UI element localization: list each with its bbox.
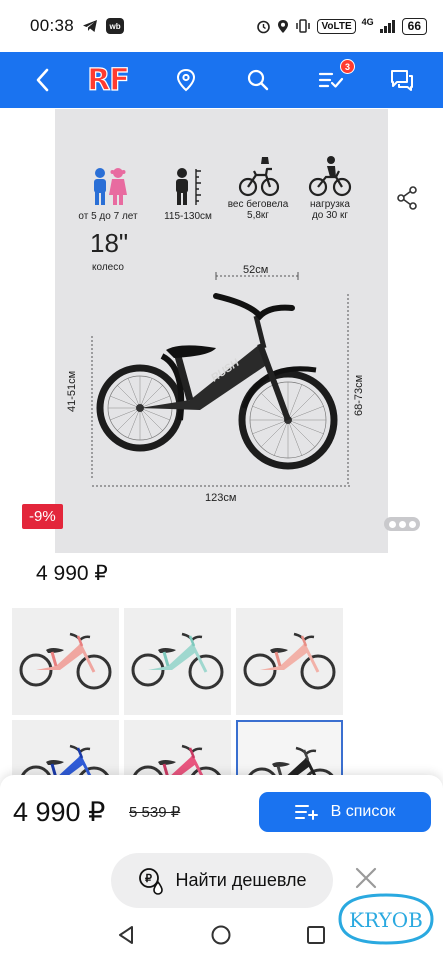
spec-height: 115-130см: [160, 167, 216, 222]
discount-badge: -9%: [22, 504, 63, 529]
spec-weight-label: вес беговела 5,8кг: [228, 199, 289, 221]
spec-weight-line2: 5,8кг: [247, 210, 269, 221]
alarm-icon: [257, 20, 271, 33]
spec-age-label: от 5 до 7 лет: [78, 211, 138, 222]
shopping-list-button[interactable]: 3: [311, 52, 355, 108]
spec-load-line2: до 30 кг: [311, 210, 349, 221]
weight-icon: [238, 157, 280, 197]
location-icon: [176, 68, 196, 92]
product-price: 4 990 ₽: [36, 562, 108, 585]
vibrate-icon: [296, 19, 311, 33]
old-price: 5 539 ₽: [129, 804, 181, 821]
status-time: 00:38: [30, 16, 75, 35]
variant-thumbnail[interactable]: [236, 608, 343, 715]
spec-height-label: 115-130см: [164, 211, 212, 222]
watermark-logo: KRYOB: [338, 893, 434, 945]
wb-icon: wb: [106, 18, 125, 34]
spec-weight-line1: вес беговела: [227, 199, 289, 210]
load-icon: [308, 156, 352, 197]
chat-button[interactable]: [382, 52, 422, 108]
network-label: 4G: [361, 17, 374, 27]
bike-thumbnail-icon: [19, 632, 112, 690]
svg-text:KRYOB: KRYOB: [349, 908, 423, 932]
logo-text: RF: [87, 62, 131, 98]
telegram-icon: [83, 20, 98, 32]
wheel-size: 18": [90, 228, 129, 258]
dimension-left: 41-51см: [66, 370, 78, 412]
pagination-dot: [398, 520, 406, 528]
pagination-dot: [408, 520, 416, 528]
location-button[interactable]: [166, 52, 206, 108]
dimension-top: 52см: [243, 264, 269, 276]
bike-thumbnail-icon: [131, 632, 224, 690]
variant-thumbnail[interactable]: [124, 608, 231, 715]
share-button[interactable]: [396, 186, 418, 215]
find-cheaper-button[interactable]: ₽ Найти дешевле: [111, 853, 333, 908]
close-icon: [355, 867, 377, 889]
pagination-dot: [388, 520, 396, 528]
bottom-price: 4 990 ₽: [13, 797, 106, 827]
kids-icon: [94, 168, 127, 205]
triangle-back-icon: [119, 926, 133, 944]
status-bar: 00:38 wb VoLTE 4G 66: [0, 0, 443, 52]
add-to-list-button[interactable]: В список: [259, 792, 431, 832]
spec-load-label-line: нагрузка: [310, 199, 350, 210]
price-drop-icon: ₽: [138, 867, 163, 895]
bike-thumbnail-icon: [243, 632, 336, 690]
find-cheaper-label: Найти дешевле: [175, 870, 307, 890]
spec-load: нагрузка до 30 кг: [298, 155, 362, 221]
add-to-list-label: В список: [330, 803, 396, 820]
dimension-right: 68-73см: [353, 374, 365, 416]
share-icon: [397, 186, 417, 210]
back-button[interactable]: [22, 52, 62, 108]
search-icon: [247, 69, 269, 91]
back-arrow-icon: [36, 68, 49, 92]
dimension-bottom: 123см: [205, 492, 237, 504]
spec-age: от 5 до 7 лет: [76, 167, 140, 222]
bike-illustration: RUSH: [91, 272, 350, 487]
search-button[interactable]: [238, 52, 278, 108]
spec-weight: вес беговела 5,8кг: [226, 155, 290, 221]
variant-thumbnail[interactable]: [12, 608, 119, 715]
app-bar: RF 3: [0, 52, 443, 108]
gallery-pagination[interactable]: [384, 517, 420, 531]
battery-indicator: 66: [401, 17, 427, 35]
add-list-icon: [294, 805, 318, 820]
nav-home-button[interactable]: [210, 924, 232, 951]
volte-badge: VoLTE: [317, 18, 356, 34]
nav-recents-button[interactable]: [305, 924, 327, 951]
cart-list-icon: [318, 72, 344, 88]
circle-home-icon: [211, 925, 231, 945]
chat-icon: [391, 70, 413, 91]
nav-back-button[interactable]: [116, 924, 136, 951]
signal-icon: [379, 19, 395, 33]
height-icon: [176, 168, 201, 205]
home-logo[interactable]: RF: [80, 52, 136, 108]
cart-count-badge: 3: [340, 59, 355, 74]
square-recents-icon: [307, 926, 325, 944]
svg-text:₽: ₽: [145, 873, 152, 885]
location-status-icon: [278, 19, 289, 33]
